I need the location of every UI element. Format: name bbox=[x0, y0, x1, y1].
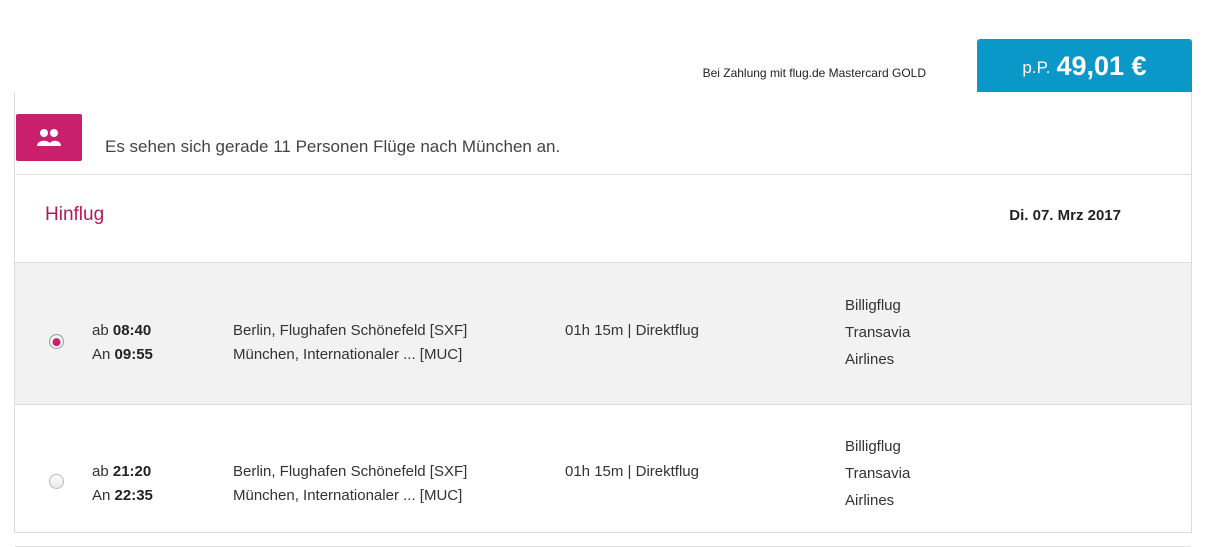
arr-prefix: An bbox=[92, 487, 111, 504]
outbound-date: Di. 07. Mrz 2017 bbox=[1009, 207, 1121, 224]
dep-time: 21:20 bbox=[112, 463, 152, 480]
dep-prefix: ab bbox=[92, 322, 109, 339]
outbound-label: Hinflug bbox=[45, 204, 105, 225]
dep-time: 08:40 bbox=[112, 322, 152, 339]
route-to: München, Internationaler ... [MUC] bbox=[233, 487, 463, 504]
arr-time: 09:55 bbox=[114, 346, 153, 363]
airline-name-line2: Airlines bbox=[845, 351, 895, 368]
flight-route: Berlin, Flughafen Schönefeld [SXF] Münch… bbox=[233, 460, 467, 508]
outbound-header: Hinflug Di. 07. Mrz 2017 bbox=[15, 174, 1191, 263]
flight-airline: Billigflug Transavia Airlines bbox=[845, 433, 910, 514]
flight-times: ab 08:40 An 09:55 bbox=[92, 319, 153, 367]
viewers-notice: Es sehen sich gerade 11 Personen Flüge n… bbox=[15, 97, 1191, 175]
people-icon bbox=[16, 114, 82, 161]
route-to: München, Internationaler ... [MUC] bbox=[233, 346, 463, 363]
flight-card: Es sehen sich gerade 11 Personen Flüge n… bbox=[14, 92, 1192, 547]
flight-duration: 01h 15m | Direktflug bbox=[565, 322, 699, 339]
flight-row[interactable]: ab 21:20 An 22:35 Berlin, Flughafen Schö… bbox=[15, 405, 1191, 547]
flight-row[interactable]: ab 08:40 An 09:55 Berlin, Flughafen Schö… bbox=[15, 263, 1191, 405]
flight-airline: Billigflug Transavia Airlines bbox=[845, 292, 910, 373]
route-from: Berlin, Flughafen Schönefeld [SXF] bbox=[233, 322, 468, 339]
airline-name-line1: Transavia bbox=[845, 465, 911, 482]
airline-type: Billigflug bbox=[845, 438, 901, 455]
arr-time: 22:35 bbox=[114, 487, 153, 504]
arr-prefix: An bbox=[92, 346, 111, 363]
flight-radio-selected[interactable] bbox=[49, 334, 64, 349]
dep-prefix: ab bbox=[92, 463, 109, 480]
airline-name-line2: Airlines bbox=[845, 492, 895, 509]
flight-duration: 01h 15m | Direktflug bbox=[565, 463, 699, 480]
flight-radio[interactable] bbox=[49, 474, 64, 489]
notice-text: Es sehen sich gerade 11 Personen Flüge n… bbox=[105, 137, 561, 156]
payment-info: Bei Zahlung mit flug.de Mastercard GOLD bbox=[702, 66, 926, 80]
price-prefix: p.P. bbox=[1022, 58, 1051, 77]
route-from: Berlin, Flughafen Schönefeld [SXF] bbox=[233, 463, 468, 480]
price-tab[interactable]: p.P. 49,01 € bbox=[977, 39, 1192, 93]
airline-type: Billigflug bbox=[845, 297, 901, 314]
flight-route: Berlin, Flughafen Schönefeld [SXF] Münch… bbox=[233, 319, 467, 367]
flight-times: ab 21:20 An 22:35 bbox=[92, 460, 153, 508]
price-amount: 49,01 € bbox=[1056, 50, 1147, 81]
airline-name-line1: Transavia bbox=[845, 324, 911, 341]
